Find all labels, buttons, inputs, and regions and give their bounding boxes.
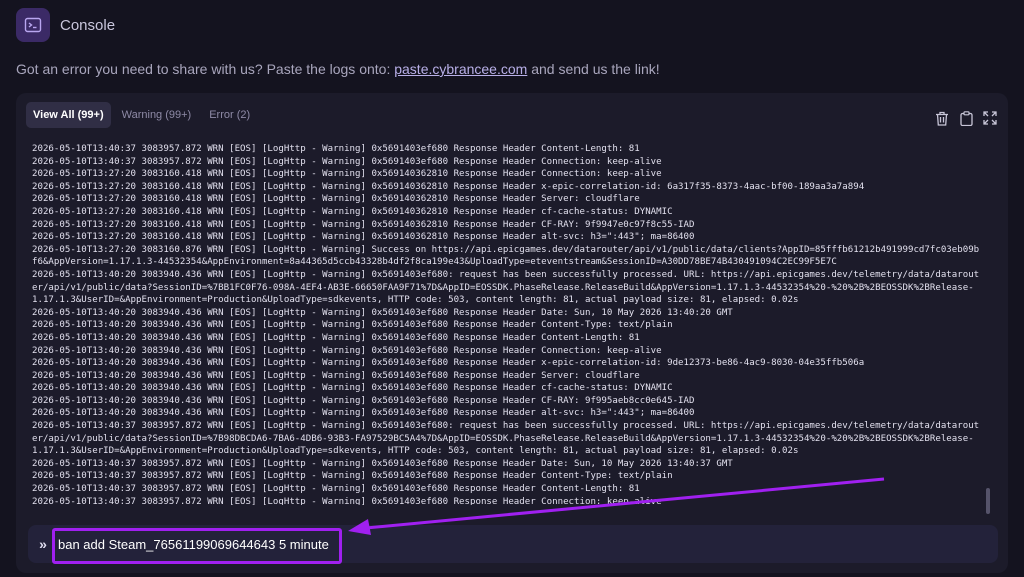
- log-line: 2026-05-10T13:40:20 3083940.436 WRN [EOS…: [32, 358, 865, 369]
- tab-warning[interactable]: Warning (99+): [115, 102, 199, 128]
- log-line: 2026-05-10T13:40:20 3083940.436 WRN [EOS…: [32, 320, 673, 331]
- intro-text-after: and send us the link!: [527, 61, 660, 77]
- log-line: 2026-05-10T13:40:37 3083957.872 WRN [EOS…: [32, 471, 673, 482]
- log-line: 2026-05-10T13:40:37 3083957.872 WRN [EOS…: [32, 421, 980, 457]
- log-line: 2026-05-10T13:40:20 3083940.436 WRN [EOS…: [32, 345, 662, 356]
- terminal-icon: [16, 8, 50, 42]
- log-line: 2026-05-10T13:27:20 3083160.418 WRN [EOS…: [32, 181, 865, 192]
- command-input[interactable]: [58, 536, 958, 552]
- log-line: 2026-05-10T13:40:20 3083940.436 WRN [EOS…: [32, 395, 695, 406]
- log-scrollbar[interactable]: [986, 488, 990, 514]
- log-line: 2026-05-10T13:27:20 3083160.418 WRN [EOS…: [32, 169, 662, 180]
- log-line: 2026-05-10T13:27:20 3083160.876 WRN [EOS…: [32, 244, 980, 268]
- log-line: 2026-05-10T13:40:20 3083940.436 WRN [EOS…: [32, 332, 640, 343]
- log-output: 2026-05-10T13:40:37 3083957.872 WRN [EOS…: [32, 143, 982, 505]
- tab-error[interactable]: Error (2): [202, 102, 257, 128]
- log-line: 2026-05-10T13:40:37 3083957.872 WRN [EOS…: [32, 144, 640, 154]
- prompt-chevron-icon: »: [39, 536, 47, 552]
- console-header: Console: [16, 8, 115, 42]
- log-line: 2026-05-10T13:27:20 3083160.418 WRN [EOS…: [32, 194, 640, 205]
- log-line: 2026-05-10T13:40:20 3083940.436 WRN [EOS…: [32, 370, 640, 381]
- console-toolbar: [934, 110, 998, 126]
- intro-text-before: Got an error you need to share with us? …: [16, 61, 395, 77]
- log-line: 2026-05-10T13:27:20 3083160.418 WRN [EOS…: [32, 232, 695, 243]
- log-line: 2026-05-10T13:40:20 3083940.436 WRN [EOS…: [32, 383, 673, 394]
- log-line: 2026-05-10T13:27:20 3083160.418 WRN [EOS…: [32, 219, 695, 230]
- paste-link[interactable]: paste.cybrancee.com: [394, 61, 527, 77]
- log-line: 2026-05-10T13:40:20 3083940.436 WRN [EOS…: [32, 307, 733, 318]
- page-title: Console: [60, 16, 116, 34]
- console-panel: View All (99+) Warning (99+) Error (2) 2…: [16, 93, 1008, 573]
- log-line: 2026-05-10T13:40:37 3083957.872 WRN [EOS…: [32, 484, 640, 495]
- command-bar: »: [28, 525, 998, 563]
- log-line: 2026-05-10T13:40:37 3083957.872 WRN [EOS…: [32, 156, 662, 167]
- log-line: 2026-05-10T13:40:37 3083957.872 WRN [EOS…: [32, 458, 733, 469]
- trash-icon[interactable]: [934, 110, 950, 126]
- log-line: 2026-05-10T13:40:20 3083940.436 WRN [EOS…: [32, 408, 695, 419]
- intro-text: Got an error you need to share with us? …: [16, 61, 660, 77]
- log-line: 2026-05-10T13:27:20 3083160.418 WRN [EOS…: [32, 206, 673, 217]
- log-filter-tabs: View All (99+) Warning (99+) Error (2): [26, 102, 257, 128]
- expand-icon[interactable]: [982, 110, 998, 126]
- log-line: 2026-05-10T13:40:37 3083957.872 WRN [EOS…: [32, 496, 662, 505]
- tab-view-all[interactable]: View All (99+): [26, 102, 111, 128]
- clipboard-icon[interactable]: [958, 110, 974, 126]
- log-line: 2026-05-10T13:40:20 3083940.436 WRN [EOS…: [32, 269, 980, 306]
